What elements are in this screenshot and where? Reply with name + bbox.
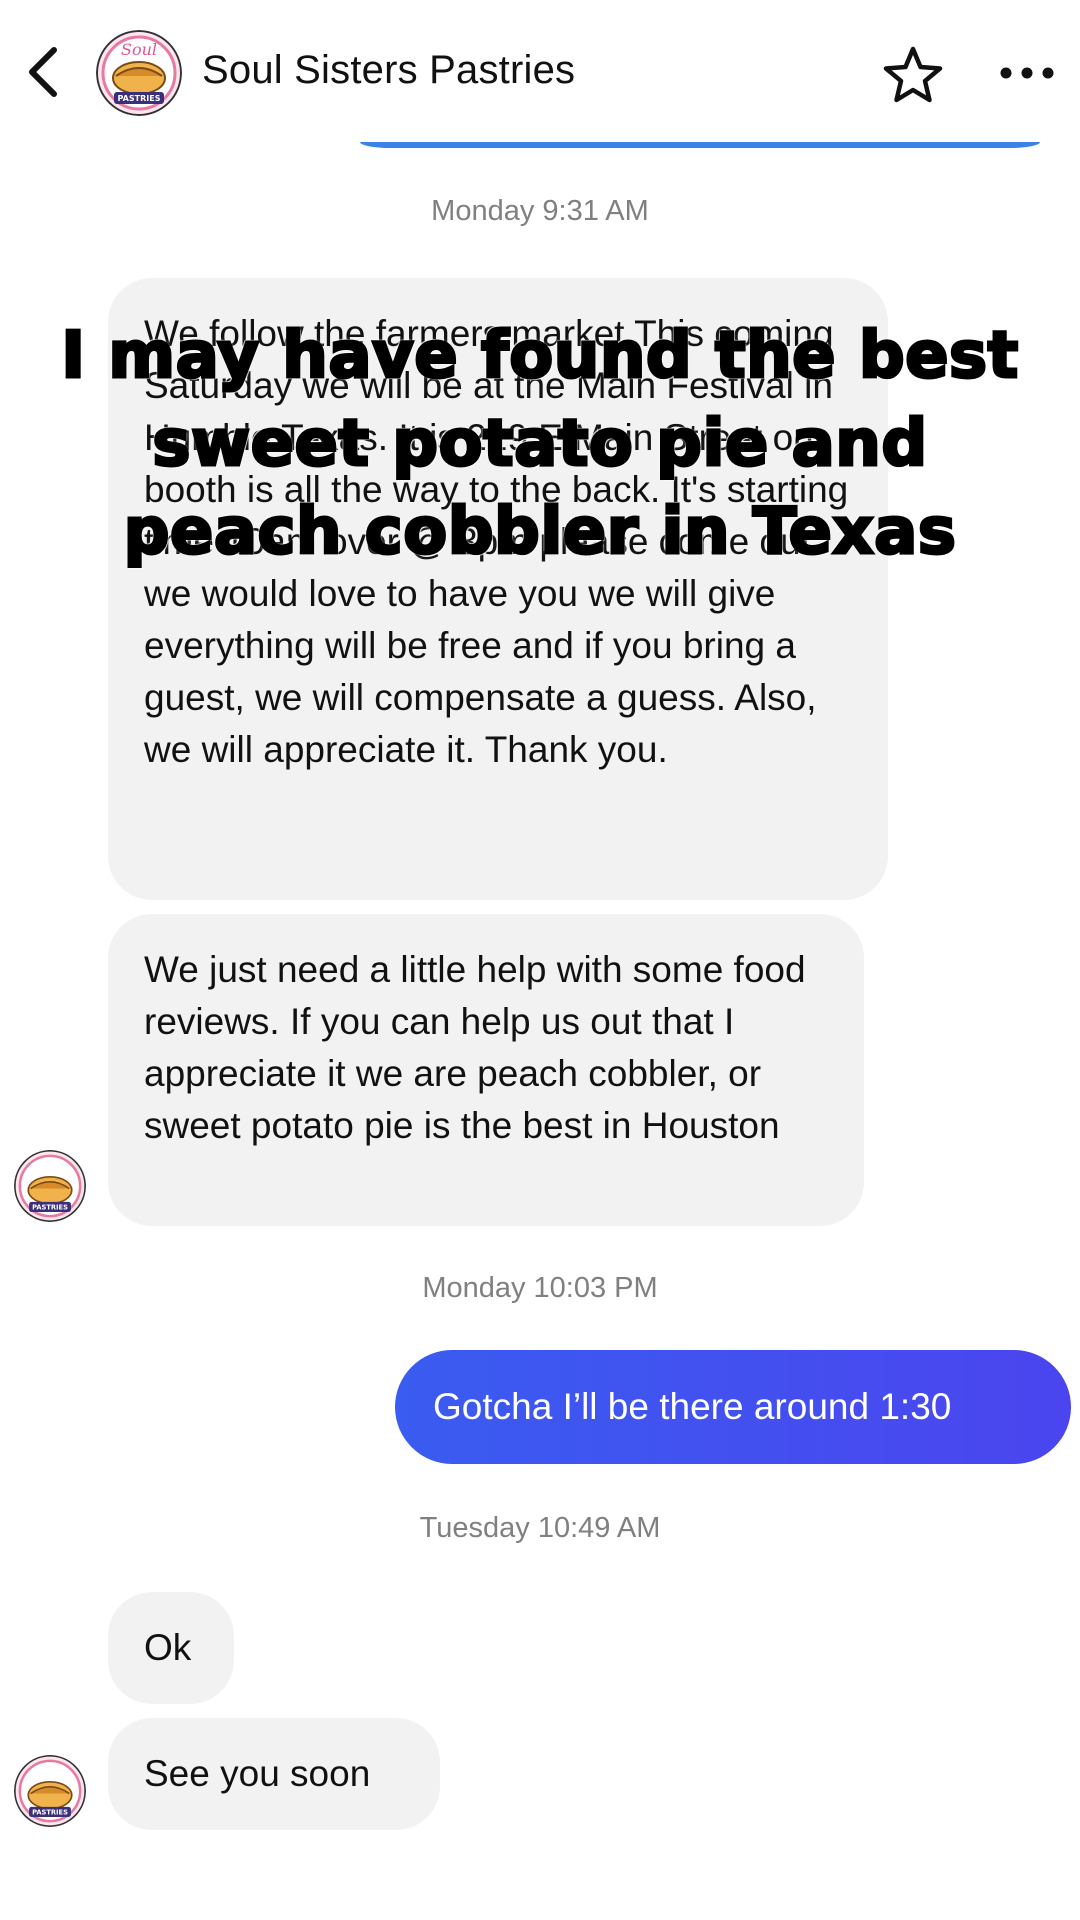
more-options-button[interactable]	[995, 50, 1059, 96]
incoming-message-bubble[interactable]: See you soon	[108, 1718, 440, 1830]
incoming-message-bubble[interactable]: We just need a little help with some foo…	[108, 914, 864, 1226]
incoming-message-bubble[interactable]: Ok	[108, 1592, 234, 1704]
favorite-button[interactable]	[880, 42, 946, 108]
bakery-logo-icon: PASTRIES	[14, 1150, 86, 1222]
svg-text:PASTRIES: PASTRIES	[32, 1203, 68, 1211]
svg-text:PASTRIES: PASTRIES	[118, 94, 161, 103]
chevron-left-icon	[29, 47, 57, 97]
video-caption-overlay: I may have found the best sweet potato p…	[60, 318, 1020, 571]
contact-avatar[interactable]: Soul PASTRIES	[96, 30, 182, 116]
sender-avatar[interactable]: PASTRIES	[14, 1755, 86, 1827]
bakery-logo-icon: PASTRIES	[14, 1755, 86, 1827]
contact-name[interactable]: Soul Sisters Pastries	[202, 48, 575, 93]
svg-text:Soul: Soul	[121, 40, 157, 59]
sender-avatar[interactable]: PASTRIES	[14, 1150, 86, 1222]
message-timestamp: Tuesday 10:49 AM	[419, 1512, 661, 1544]
message-timestamp: Monday 10:03 PM	[422, 1272, 658, 1304]
back-button[interactable]	[18, 42, 68, 102]
svg-text:PASTRIES: PASTRIES	[32, 1808, 68, 1816]
header-scroll-indicator	[360, 142, 1040, 148]
chat-screen: Soul PASTRIES Soul Sisters Pastries Mond…	[0, 0, 1080, 1920]
message-timestamp: Monday 9:31 AM	[431, 195, 649, 227]
bakery-logo-icon: Soul PASTRIES	[96, 30, 182, 116]
outgoing-message-bubble[interactable]: Gotcha I’ll be there around 1:30	[395, 1350, 1071, 1464]
chat-header: Soul PASTRIES Soul Sisters Pastries	[0, 0, 1080, 148]
star-outline-icon	[883, 46, 943, 103]
outgoing-message-text: Gotcha I’ll be there around 1:30	[433, 1386, 952, 1427]
more-horizontal-icon	[1000, 67, 1054, 79]
